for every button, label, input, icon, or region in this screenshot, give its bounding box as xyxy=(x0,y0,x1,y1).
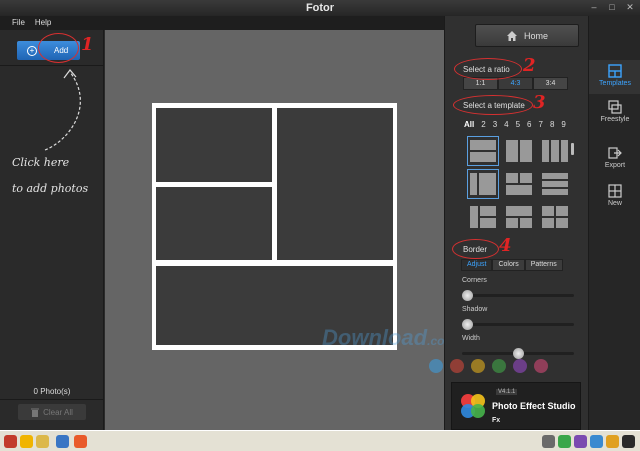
clear-all-button[interactable]: Clear All xyxy=(18,404,86,420)
home-label: Home xyxy=(523,30,548,41)
tray-icon[interactable] xyxy=(574,435,587,448)
filter-7[interactable]: 7 xyxy=(539,120,543,129)
annotation-number-3: 3 xyxy=(533,92,546,113)
close-icon[interactable]: ✕ xyxy=(624,2,636,13)
collage-cell[interactable] xyxy=(156,108,272,182)
promo-banner[interactable]: V4.1.1 Photo Effect Studio Fx xyxy=(451,382,581,430)
template-thumb[interactable] xyxy=(503,169,535,199)
promo-version: V4.1.1 xyxy=(496,389,518,395)
template-scrollbar[interactable] xyxy=(571,143,574,155)
tray-icon[interactable] xyxy=(542,435,555,448)
shadow-label: Shadow xyxy=(462,306,488,313)
tab-colors[interactable]: Colors xyxy=(492,259,525,271)
mode-sidebar: Templates Freestyle Export New xyxy=(588,16,640,430)
sidebar-label: Freestyle xyxy=(600,116,630,123)
photo-count: 0 Photo(s) xyxy=(33,387,71,396)
filter-2[interactable]: 2 xyxy=(481,120,485,129)
annotation-number-1: 1 xyxy=(81,34,94,55)
filter-9[interactable]: 9 xyxy=(561,120,565,129)
tray-icon[interactable] xyxy=(606,435,619,448)
corners-label: Corners xyxy=(462,277,487,284)
sidebar-item-new[interactable]: New xyxy=(589,184,640,207)
template-grid xyxy=(467,136,571,232)
annotation-number-2: 2 xyxy=(523,55,536,76)
tray-icon[interactable] xyxy=(558,435,571,448)
width-slider[interactable] xyxy=(462,348,574,359)
filter-4[interactable]: 4 xyxy=(504,120,508,129)
taskbar-app-icon[interactable] xyxy=(56,435,69,448)
minimize-icon[interactable]: – xyxy=(588,2,600,13)
maximize-icon[interactable]: □ xyxy=(606,2,618,13)
ratio-3-4[interactable]: 3:4 xyxy=(533,77,568,90)
home-button[interactable]: Home xyxy=(475,24,579,47)
template-thumb[interactable] xyxy=(467,136,499,166)
template-thumb[interactable] xyxy=(539,136,571,166)
collage-cell[interactable] xyxy=(156,187,272,260)
sidebar-item-export[interactable]: Export xyxy=(589,146,640,169)
filter-5[interactable]: 5 xyxy=(516,120,520,129)
template-thumb[interactable] xyxy=(467,169,499,199)
filter-8[interactable]: 8 xyxy=(550,120,554,129)
tray-icon[interactable] xyxy=(590,435,603,448)
hint-arrow-icon xyxy=(44,69,81,151)
os-taskbar xyxy=(0,430,640,451)
sidebar-label: Templates xyxy=(599,80,631,87)
template-thumb[interactable] xyxy=(503,136,535,166)
collage-template xyxy=(152,103,397,350)
export-icon xyxy=(608,147,622,159)
sidebar-label: New xyxy=(607,200,622,207)
sidebar-item-freestyle[interactable]: Freestyle xyxy=(589,100,640,123)
photo-effect-logo-icon xyxy=(461,394,485,418)
filter-6[interactable]: 6 xyxy=(527,120,531,129)
taskbar-app-icon[interactable] xyxy=(4,435,17,448)
promo-fx: Fx xyxy=(492,417,501,424)
promo-title: Photo Effect Studio xyxy=(492,401,576,411)
templates-icon xyxy=(608,64,622,78)
new-icon xyxy=(608,184,622,198)
tray-icon[interactable] xyxy=(622,435,635,448)
filter-all[interactable]: All xyxy=(464,120,474,129)
slider-knob[interactable] xyxy=(462,290,473,301)
annotation-circle-3 xyxy=(453,95,533,115)
template-filter: All 2 3 4 5 6 7 8 9 xyxy=(464,120,566,129)
hint-line-2: to add photos xyxy=(12,182,89,195)
watermark-main: Download xyxy=(322,325,428,350)
template-thumb[interactable] xyxy=(539,202,571,232)
slider-knob[interactable] xyxy=(462,319,473,330)
tab-adjust[interactable]: Adjust xyxy=(461,259,493,271)
taskbar-app-icon[interactable] xyxy=(36,435,49,448)
ratio-4-3[interactable]: 4:3 xyxy=(498,77,533,90)
template-thumb[interactable] xyxy=(467,202,499,232)
collage-cell[interactable] xyxy=(277,108,393,260)
filter-3[interactable]: 3 xyxy=(493,120,497,129)
freestyle-icon xyxy=(608,100,622,114)
annotation-circle-1 xyxy=(38,33,79,63)
corners-slider[interactable] xyxy=(462,290,574,301)
trash-icon xyxy=(31,408,40,417)
taskbar-app-icon[interactable] xyxy=(74,435,87,448)
template-thumb[interactable] xyxy=(503,202,535,232)
sidebar-item-templates[interactable]: Templates xyxy=(589,60,640,94)
sidebar-label: Export xyxy=(604,162,626,169)
tab-patterns[interactable]: Patterns xyxy=(524,259,563,271)
annotation-circle-2 xyxy=(454,58,522,80)
border-tabs: Adjust Colors Patterns xyxy=(461,259,563,271)
divider xyxy=(0,399,104,400)
clear-all-label: Clear All xyxy=(43,407,73,417)
shadow-slider[interactable] xyxy=(462,319,574,330)
taskbar-app-icon[interactable] xyxy=(20,435,33,448)
annotation-circle-4 xyxy=(452,239,499,259)
watermark-dots xyxy=(429,359,548,373)
width-label: Width xyxy=(462,335,480,342)
slider-knob[interactable] xyxy=(513,348,524,359)
template-thumb[interactable] xyxy=(539,169,571,199)
home-icon xyxy=(506,30,517,41)
annotation-number-4: 4 xyxy=(499,235,512,256)
